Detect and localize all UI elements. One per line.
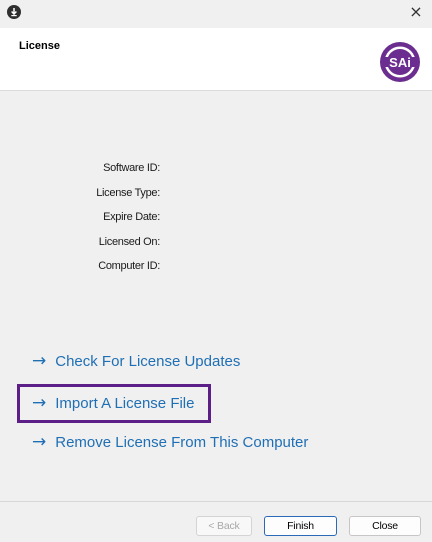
- back-button[interactable]: < Back: [196, 516, 252, 536]
- sai-logo-icon: SAi: [380, 42, 420, 82]
- check-license-updates-label: Check For License Updates: [55, 352, 241, 370]
- computer-id-label: Computer ID:: [98, 260, 160, 272]
- finish-button[interactable]: Finish: [264, 516, 337, 536]
- page-title: License: [19, 40, 60, 52]
- close-icon[interactable]: ×: [408, 4, 424, 20]
- info-row-computer-id: Computer ID:: [0, 258, 432, 283]
- arrow-right-icon: →: [32, 432, 47, 452]
- info-row-licensed-on: Licensed On:: [0, 234, 432, 259]
- licensed-on-label: Licensed On:: [98, 235, 161, 248]
- expire-date-label: Expire Date:: [103, 211, 160, 223]
- footer-divider: [0, 501, 432, 502]
- info-row-expire-date: Expire Date:: [0, 209, 432, 234]
- close-button[interactable]: Close: [349, 516, 421, 536]
- title-bar: ×: [0, 0, 432, 28]
- info-row-license-type: License Type:: [0, 185, 432, 210]
- arrow-right-icon: →: [32, 351, 47, 371]
- remove-license-label: Remove License From This Computer: [55, 433, 309, 451]
- license-info: Software ID: License Type: Expire Date: …: [0, 160, 432, 283]
- remove-license-link[interactable]: → Remove License From This Computer: [32, 429, 308, 455]
- download-icon: [7, 5, 21, 19]
- check-license-updates-link[interactable]: → Check For License Updates: [32, 348, 240, 374]
- import-license-file-label: Import A License File: [55, 394, 195, 412]
- header-banner: License SAi: [0, 28, 432, 91]
- software-id-label: Software ID:: [103, 162, 160, 174]
- svg-text:SAi: SAi: [389, 55, 411, 70]
- info-row-software-id: Software ID:: [0, 160, 432, 185]
- arrow-right-icon: →: [32, 393, 47, 413]
- import-license-file-link[interactable]: → Import A License File: [32, 390, 194, 416]
- license-type-label: License Type:: [96, 186, 160, 199]
